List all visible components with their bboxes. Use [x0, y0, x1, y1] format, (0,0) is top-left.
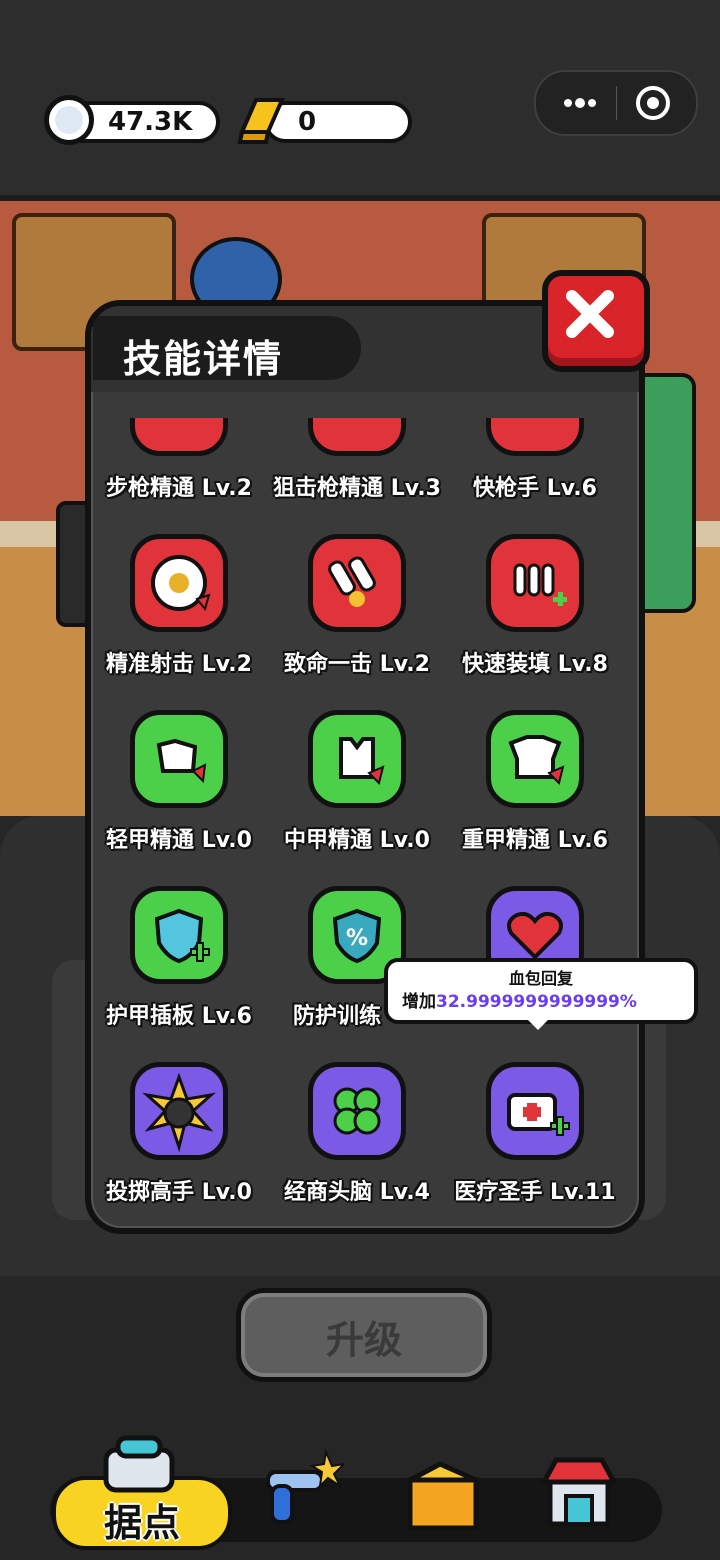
- skill-label: 精准射击 Lv.2: [106, 652, 252, 677]
- skill-details-modal: 技能详情 步枪精通 Lv.2 狙击枪精通 Lv.3 快枪手 Lv.6 精准射击 …: [85, 300, 645, 1234]
- medium-armor-icon: [308, 710, 406, 808]
- nav-crate-tab[interactable]: [400, 1450, 486, 1536]
- more-options-icon[interactable]: [554, 86, 614, 120]
- skill-medical-expert[interactable]: 医疗圣手 Lv.11: [450, 1062, 620, 1218]
- upgrade-label: 升级: [325, 1318, 402, 1362]
- rifle-icon: [130, 418, 228, 456]
- lethal-strike-icon: [308, 534, 406, 632]
- skill-heavy-armor[interactable]: 重甲精通 Lv.6: [450, 710, 620, 880]
- nav-weapon-tab[interactable]: [258, 1446, 347, 1532]
- skill-label: 中甲精通 Lv.0: [284, 828, 430, 853]
- skill-label: 轻甲精通 Lv.0: [106, 828, 252, 853]
- clover-icon: [308, 1062, 406, 1160]
- skill-precision-shot[interactable]: 精准射击 Lv.2: [94, 534, 264, 704]
- sniper-icon: [308, 418, 406, 456]
- tooltip-value: 32.9999999999999%: [436, 992, 637, 1012]
- revolver-icon: [266, 1448, 347, 1524]
- close-icon: [566, 290, 614, 338]
- skill-label: 重甲精通 Lv.6: [462, 828, 608, 853]
- armor-plate-icon: [130, 886, 228, 984]
- title-tab: 技能详情: [93, 316, 361, 381]
- top-bar: 47.3K 0: [0, 0, 720, 201]
- tooltip-prefix: 增加: [402, 992, 436, 1012]
- capsule-divider: [616, 86, 617, 120]
- skill-quickdraw[interactable]: 快枪手 Lv.6: [450, 418, 620, 528]
- skill-label: 投掷高手 Lv.0: [106, 1180, 252, 1205]
- gold-bar-icon: [237, 98, 286, 144]
- tooltip-description: 增加32.9999999999999%: [402, 987, 637, 1012]
- tooltip-title: 血包回复: [508, 969, 573, 988]
- bomb-icon: [130, 1062, 228, 1160]
- bullet-icon: [486, 418, 584, 456]
- skill-grenade-master[interactable]: 投掷高手 Lv.0: [94, 1062, 264, 1218]
- menu-capsule: [534, 70, 698, 136]
- heavy-armor-icon: [486, 710, 584, 808]
- upgrade-button[interactable]: 升级: [236, 1288, 492, 1382]
- close-miniprogram-icon[interactable]: [634, 84, 672, 122]
- skill-label: 狙击枪精通 Lv.3: [273, 476, 441, 501]
- skill-business-mind[interactable]: 经商头脑 Lv.4: [272, 1062, 442, 1218]
- skill-sniper-mastery[interactable]: 狙击枪精通 Lv.3: [272, 418, 442, 528]
- skill-label: 经商头脑 Lv.4: [284, 1180, 430, 1205]
- skill-armor-plate[interactable]: 护甲插板 Lv.6: [94, 886, 264, 1056]
- box-icon: [407, 1461, 479, 1531]
- svg-text:%: %: [346, 926, 368, 951]
- medkit-icon: [486, 1062, 584, 1160]
- skill-label: 步枪精通 Lv.2: [106, 476, 252, 501]
- close-button[interactable]: [542, 270, 650, 372]
- skill-rifle-mastery[interactable]: 步枪精通 Lv.2: [94, 418, 264, 528]
- gold-amount: 0: [298, 107, 317, 137]
- precision-shot-icon: [130, 534, 228, 632]
- silver-amount: 47.3K: [108, 107, 193, 137]
- skill-fast-reload[interactable]: 快速装填 Lv.8: [450, 534, 620, 704]
- skill-grid[interactable]: 步枪精通 Lv.2 狙击枪精通 Lv.3 快枪手 Lv.6 精准射击 Lv.2 …: [91, 418, 639, 1218]
- skill-light-armor[interactable]: 轻甲精通 Lv.0: [94, 710, 264, 880]
- silver-coin-icon: [44, 95, 94, 145]
- skill-label: 致命一击 Lv.2: [284, 652, 430, 677]
- shop-icon: [539, 1457, 619, 1527]
- skill-medium-armor[interactable]: 中甲精通 Lv.0: [272, 710, 442, 880]
- modal-title: 技能详情: [123, 337, 284, 381]
- skill-label: 快速装填 Lv.8: [462, 652, 608, 677]
- tooltip-arrow: [522, 1014, 554, 1030]
- nav-shop-tab[interactable]: [536, 1448, 622, 1534]
- skill-lethal-strike[interactable]: 致命一击 Lv.2: [272, 534, 442, 704]
- light-armor-icon: [130, 710, 228, 808]
- base-crate-icon: [96, 1428, 182, 1514]
- fast-reload-icon: [486, 534, 584, 632]
- skill-label: 快枪手 Lv.6: [473, 476, 597, 501]
- skill-label: 医疗圣手 Lv.11: [454, 1180, 616, 1205]
